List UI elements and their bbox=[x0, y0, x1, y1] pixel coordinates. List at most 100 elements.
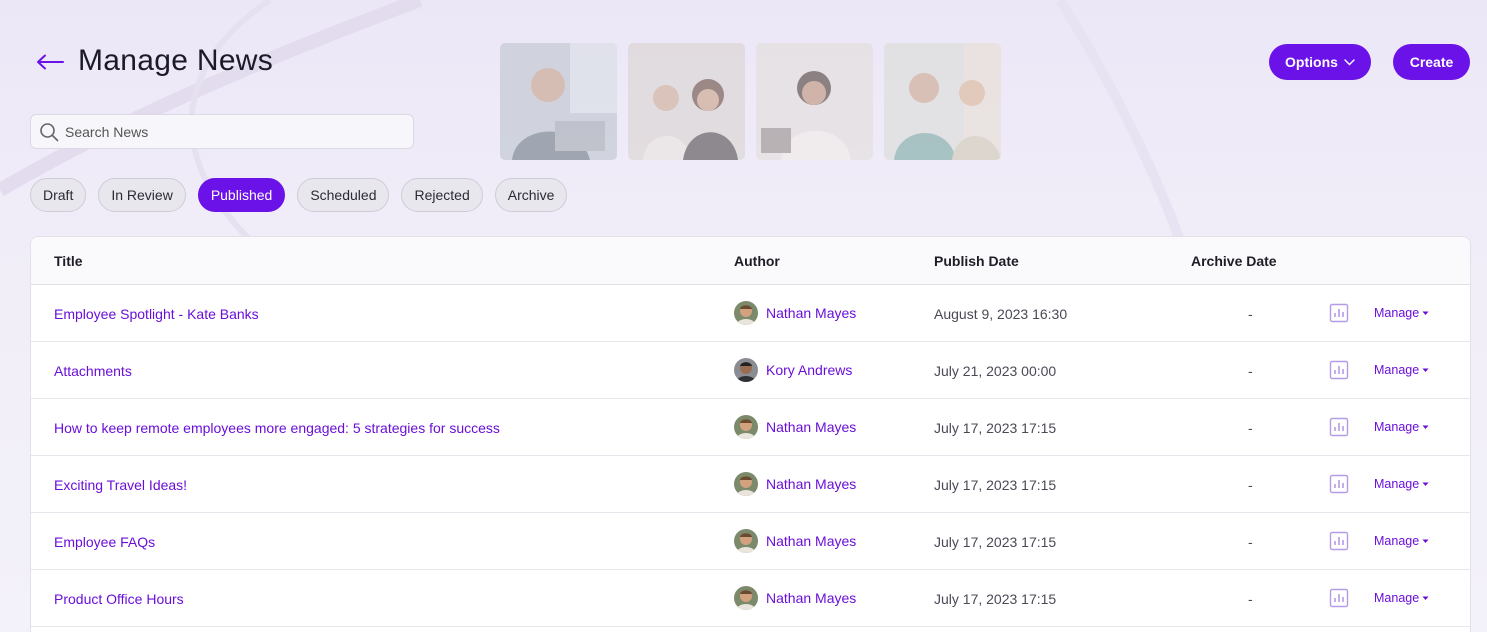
author-name: Nathan Mayes bbox=[766, 476, 857, 492]
tab-draft[interactable]: Draft bbox=[30, 178, 87, 212]
options-button-label: Options bbox=[1285, 54, 1338, 70]
search-input[interactable] bbox=[65, 123, 395, 140]
author-cell[interactable]: Nathan Mayes bbox=[734, 472, 856, 496]
back-button[interactable] bbox=[34, 50, 66, 74]
manage-label: Manage bbox=[1374, 306, 1420, 320]
manage-dropdown[interactable]: Manage bbox=[1374, 306, 1429, 320]
author-name: Nathan Mayes bbox=[766, 419, 857, 435]
search-icon bbox=[40, 122, 59, 141]
author-cell[interactable]: Kory Andrews bbox=[734, 358, 852, 382]
caret-down-icon bbox=[1422, 482, 1429, 486]
manage-label: Manage bbox=[1374, 591, 1420, 605]
column-header-author[interactable]: Author bbox=[734, 253, 780, 269]
bar-chart-icon bbox=[1329, 417, 1349, 437]
manage-dropdown[interactable]: Manage bbox=[1374, 420, 1429, 434]
publish-date: July 17, 2023 17:15 bbox=[934, 534, 1057, 550]
arrow-left-icon bbox=[37, 54, 64, 70]
avatar bbox=[734, 358, 758, 382]
caret-down-icon bbox=[1422, 425, 1429, 429]
caret-down-icon bbox=[1422, 539, 1429, 543]
author-cell[interactable]: Nathan Mayes bbox=[734, 529, 856, 553]
caret-down-icon bbox=[1422, 368, 1429, 372]
manage-dropdown[interactable]: Manage bbox=[1374, 591, 1429, 605]
bar-chart-icon bbox=[1329, 474, 1349, 494]
tab-rejected[interactable]: Rejected bbox=[401, 178, 483, 212]
author-name: Nathan Mayes bbox=[766, 305, 857, 321]
manage-dropdown[interactable]: Manage bbox=[1374, 363, 1429, 377]
news-title-link[interactable]: How to keep remote employees more engage… bbox=[54, 420, 500, 436]
author-cell[interactable]: Nathan Mayes bbox=[734, 301, 856, 325]
archive-date: - bbox=[1248, 306, 1253, 322]
manage-label: Manage bbox=[1374, 363, 1420, 377]
manage-dropdown[interactable]: Manage bbox=[1374, 477, 1429, 491]
news-title-link[interactable]: Product Office Hours bbox=[54, 591, 184, 607]
avatar bbox=[734, 415, 758, 439]
bar-chart-icon bbox=[1329, 303, 1349, 323]
bar-chart-icon bbox=[1329, 588, 1349, 608]
tab-in-review[interactable]: In Review bbox=[98, 178, 186, 212]
publish-date: August 9, 2023 16:30 bbox=[934, 306, 1068, 322]
news-title-link[interactable]: Employee FAQs bbox=[54, 534, 155, 550]
news-title-link[interactable]: Employee Spotlight - Kate Banks bbox=[54, 306, 259, 322]
table-row: Employee FAQs Nathan Mayes July 17, 2023… bbox=[31, 513, 1470, 570]
chevron-down-icon bbox=[1344, 58, 1355, 65]
news-title-link[interactable]: Attachments bbox=[54, 363, 132, 379]
header-photo bbox=[500, 43, 617, 160]
create-button[interactable]: Create bbox=[1393, 44, 1470, 80]
status-tabs: Draft In Review Published Scheduled Reje… bbox=[30, 178, 568, 212]
tab-archive[interactable]: Archive bbox=[494, 178, 568, 212]
page-title: Manage News bbox=[78, 44, 274, 77]
table-row: How to keep remote employees more engage… bbox=[31, 399, 1470, 456]
avatar bbox=[734, 529, 758, 553]
options-button[interactable]: Options bbox=[1269, 44, 1371, 80]
publish-date: July 17, 2023 17:15 bbox=[934, 477, 1057, 493]
archive-date: - bbox=[1248, 591, 1253, 607]
table-row: Attachments Kory Andrews July 21, 2023 0… bbox=[31, 342, 1470, 399]
publish-date: July 21, 2023 00:00 bbox=[934, 363, 1057, 379]
news-title-link[interactable]: Exciting Travel Ideas! bbox=[54, 477, 187, 493]
page-header: Manage News Search News Options Create D… bbox=[0, 0, 1487, 230]
archive-date: - bbox=[1248, 534, 1253, 550]
news-table: Title Author Publish Date Archive Date E… bbox=[30, 236, 1471, 632]
manage-label: Manage bbox=[1374, 477, 1420, 491]
publish-date: July 17, 2023 17:15 bbox=[934, 420, 1057, 436]
archive-date: - bbox=[1248, 477, 1253, 493]
author-name: Kory Andrews bbox=[766, 362, 853, 378]
tab-scheduled[interactable]: Scheduled bbox=[297, 178, 390, 212]
analytics-button[interactable] bbox=[1329, 531, 1349, 554]
author-name: Nathan Mayes bbox=[766, 590, 857, 606]
avatar bbox=[734, 301, 758, 325]
avatar bbox=[734, 472, 758, 496]
archive-date: - bbox=[1248, 363, 1253, 379]
author-cell[interactable]: Nathan Mayes bbox=[734, 415, 856, 439]
search-box[interactable] bbox=[30, 114, 414, 149]
column-header-archive-date[interactable]: Archive Date bbox=[1191, 253, 1277, 269]
analytics-button[interactable] bbox=[1329, 588, 1349, 611]
header-photo-strip bbox=[500, 43, 1001, 160]
header-photo bbox=[628, 43, 745, 160]
analytics-button[interactable] bbox=[1329, 474, 1349, 497]
manage-label: Manage bbox=[1374, 534, 1420, 548]
header-photo bbox=[884, 43, 1001, 160]
analytics-button[interactable] bbox=[1329, 417, 1349, 440]
tab-published[interactable]: Published bbox=[197, 178, 286, 212]
author-name: Nathan Mayes bbox=[766, 533, 857, 549]
author-cell[interactable]: Nathan Mayes bbox=[734, 586, 856, 610]
manage-dropdown[interactable]: Manage bbox=[1374, 534, 1429, 548]
manage-label: Manage bbox=[1374, 420, 1420, 434]
table-header: Title Author Publish Date Archive Date bbox=[31, 237, 1470, 285]
analytics-button[interactable] bbox=[1329, 303, 1349, 326]
column-header-publish-date[interactable]: Publish Date bbox=[934, 253, 1019, 269]
caret-down-icon bbox=[1422, 311, 1429, 315]
table-row: Exciting Travel Ideas! Nathan Mayes July… bbox=[31, 456, 1470, 513]
publish-date: July 17, 2023 17:15 bbox=[934, 591, 1057, 607]
table-row: Product Office Hours Nathan Mayes July 1… bbox=[31, 570, 1470, 627]
bar-chart-icon bbox=[1329, 360, 1349, 380]
column-header-title[interactable]: Title bbox=[54, 253, 83, 269]
analytics-button[interactable] bbox=[1329, 360, 1349, 383]
archive-date: - bbox=[1248, 420, 1253, 436]
avatar bbox=[734, 586, 758, 610]
caret-down-icon bbox=[1422, 596, 1429, 600]
table-row: Employee Spotlight - Kate Banks Nathan M… bbox=[31, 285, 1470, 342]
bar-chart-icon bbox=[1329, 531, 1349, 551]
